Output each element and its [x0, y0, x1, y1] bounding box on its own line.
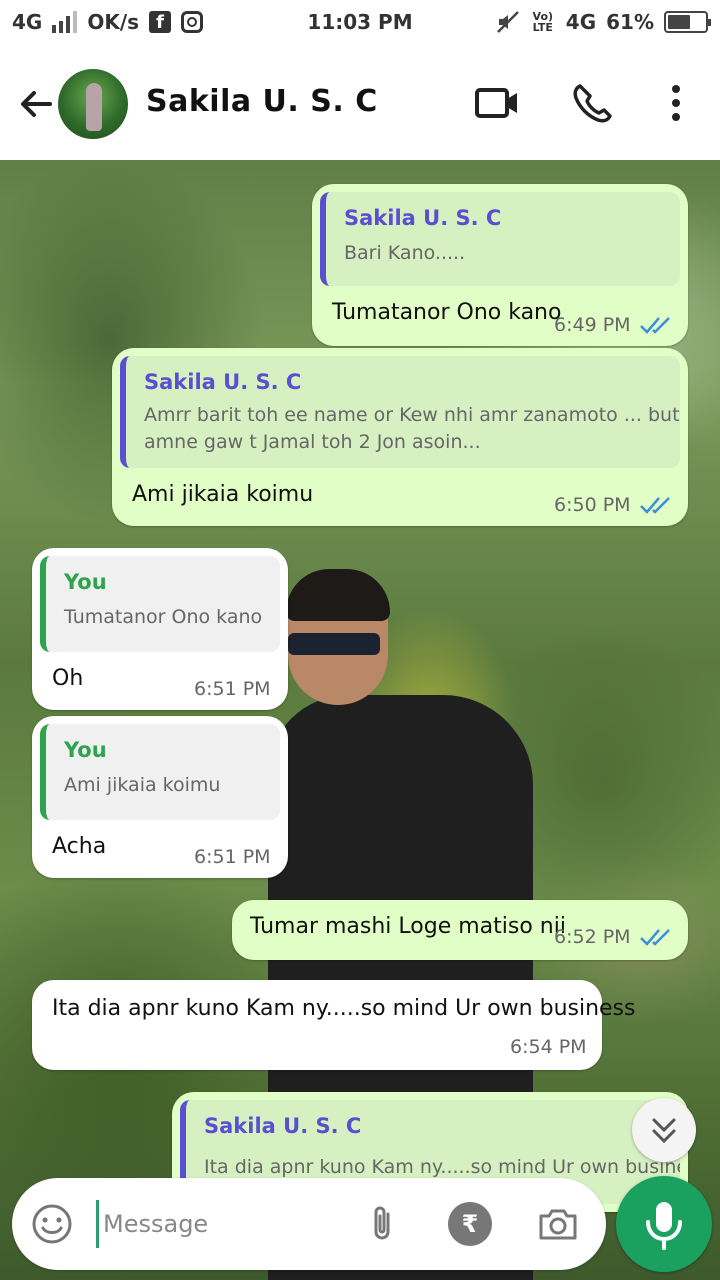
message-meta: 6:49 PM: [554, 314, 673, 336]
message-time: 6:51 PM: [194, 846, 271, 868]
message-input[interactable]: [96, 1200, 356, 1248]
quoted-message[interactable]: Sakila U. S. C Amrr barit toh ee name or…: [120, 356, 680, 468]
message-text: Oh: [52, 666, 84, 691]
mute-icon: [496, 11, 519, 33]
status-bar: 4G OK/s f 11:03 PM Vo) LTE 4G 61%: [0, 0, 720, 48]
quoted-message[interactable]: Sakila U. S. C Bari Kano.....: [320, 192, 680, 286]
voice-call-icon[interactable]: [570, 82, 616, 124]
message-meta: 6:52 PM: [554, 926, 673, 948]
message-bubble-outgoing[interactable]: Tumar mashi Loge matiso nii 6:52 PM: [232, 900, 688, 960]
read-ticks-icon: [639, 929, 670, 946]
message-time: 6:51 PM: [194, 678, 271, 700]
mic-icon: [646, 1202, 682, 1250]
message-meta: 6:51 PM: [194, 846, 271, 868]
message-text: Tumar mashi Loge matiso nii: [250, 914, 566, 939]
back-arrow-icon[interactable]: [16, 84, 56, 124]
battery-icon: [664, 11, 711, 33]
message-input-bar: ₹: [12, 1178, 606, 1270]
message-time: 6:50 PM: [554, 494, 631, 516]
avatar[interactable]: [58, 69, 128, 139]
message-bubble-outgoing[interactable]: Sakila U. S. C Bari Kano..... Tumatanor …: [312, 184, 688, 346]
rupee-payment-icon[interactable]: ₹: [448, 1202, 492, 1246]
quote-sender: Sakila U. S. C: [204, 1114, 362, 1138]
message-text: Tumatanor Ono kano: [332, 300, 562, 325]
quote-sender: You: [64, 570, 107, 594]
message-time: 6:49 PM: [554, 314, 631, 336]
emoji-icon[interactable]: [30, 1202, 74, 1246]
chat-header: Sakila U. S. C: [0, 48, 720, 160]
message-bubble-incoming[interactable]: You Ami jikaia koimu Acha 6:51 PM: [32, 716, 288, 878]
message-text: Ita dia apnr kuno Kam ny.....so mind Ur …: [52, 996, 636, 1021]
mic-button[interactable]: [616, 1176, 712, 1272]
quote-text: Ami jikaia koimu: [64, 774, 221, 796]
message-time: 6:52 PM: [554, 926, 631, 948]
quoted-message[interactable]: You Ami jikaia koimu: [40, 724, 280, 820]
quote-text: amne gaw t Jamal toh 2 Jon asoin...: [144, 431, 481, 453]
chat-area[interactable]: Sakila U. S. C Bari Kano..... Tumatanor …: [0, 160, 720, 1280]
quote-sender: Sakila U. S. C: [344, 206, 502, 230]
message-meta: 6:51 PM: [194, 678, 271, 700]
quote-text: Bari Kano.....: [344, 242, 466, 264]
contact-name[interactable]: Sakila U. S. C: [146, 84, 378, 119]
message-bubble-incoming[interactable]: You Tumatanor Ono kano Oh 6:51 PM: [32, 548, 288, 710]
message-meta: 6:54 PM: [510, 1036, 587, 1058]
quote-text: Tumatanor Ono kano: [64, 606, 263, 628]
read-ticks-icon: [639, 317, 670, 334]
video-call-icon[interactable]: [474, 82, 520, 124]
quoted-message[interactable]: You Tumatanor Ono kano: [40, 556, 280, 652]
message-meta: 6:50 PM: [554, 494, 673, 516]
avatar-figure: [86, 83, 102, 131]
quote-sender: You: [64, 738, 107, 762]
message-bubble-incoming[interactable]: Ita dia apnr kuno Kam ny.....so mind Ur …: [32, 980, 635, 1070]
message-bubble-outgoing[interactable]: Sakila U. S. C Amrr barit toh ee name or…: [112, 348, 688, 526]
scroll-down-icon: [652, 1118, 676, 1144]
read-ticks-icon: [639, 497, 670, 514]
scroll-down-button[interactable]: [632, 1098, 696, 1162]
quote-text: Amrr barit toh ee name or Kew nhi amr za…: [144, 404, 680, 426]
message-text: Acha: [52, 834, 107, 859]
camera-icon[interactable]: [536, 1202, 580, 1246]
status-right: Vo) LTE 4G 61%: [496, 10, 711, 34]
more-options-icon[interactable]: [654, 82, 698, 124]
battery-percent: 61%: [606, 10, 654, 34]
quote-sender: Sakila U. S. C: [144, 370, 302, 394]
message-time: 6:54 PM: [510, 1036, 587, 1058]
message-text: Ami jikaia koimu: [132, 482, 314, 507]
volte-label: Vo) LTE: [532, 10, 554, 34]
battery-fill: [668, 15, 690, 29]
network-type-right: 4G: [565, 10, 597, 34]
attach-icon[interactable]: [360, 1202, 404, 1246]
quote-text: Ita dia apnr kuno Kam ny.....so mind Ur …: [204, 1156, 680, 1178]
